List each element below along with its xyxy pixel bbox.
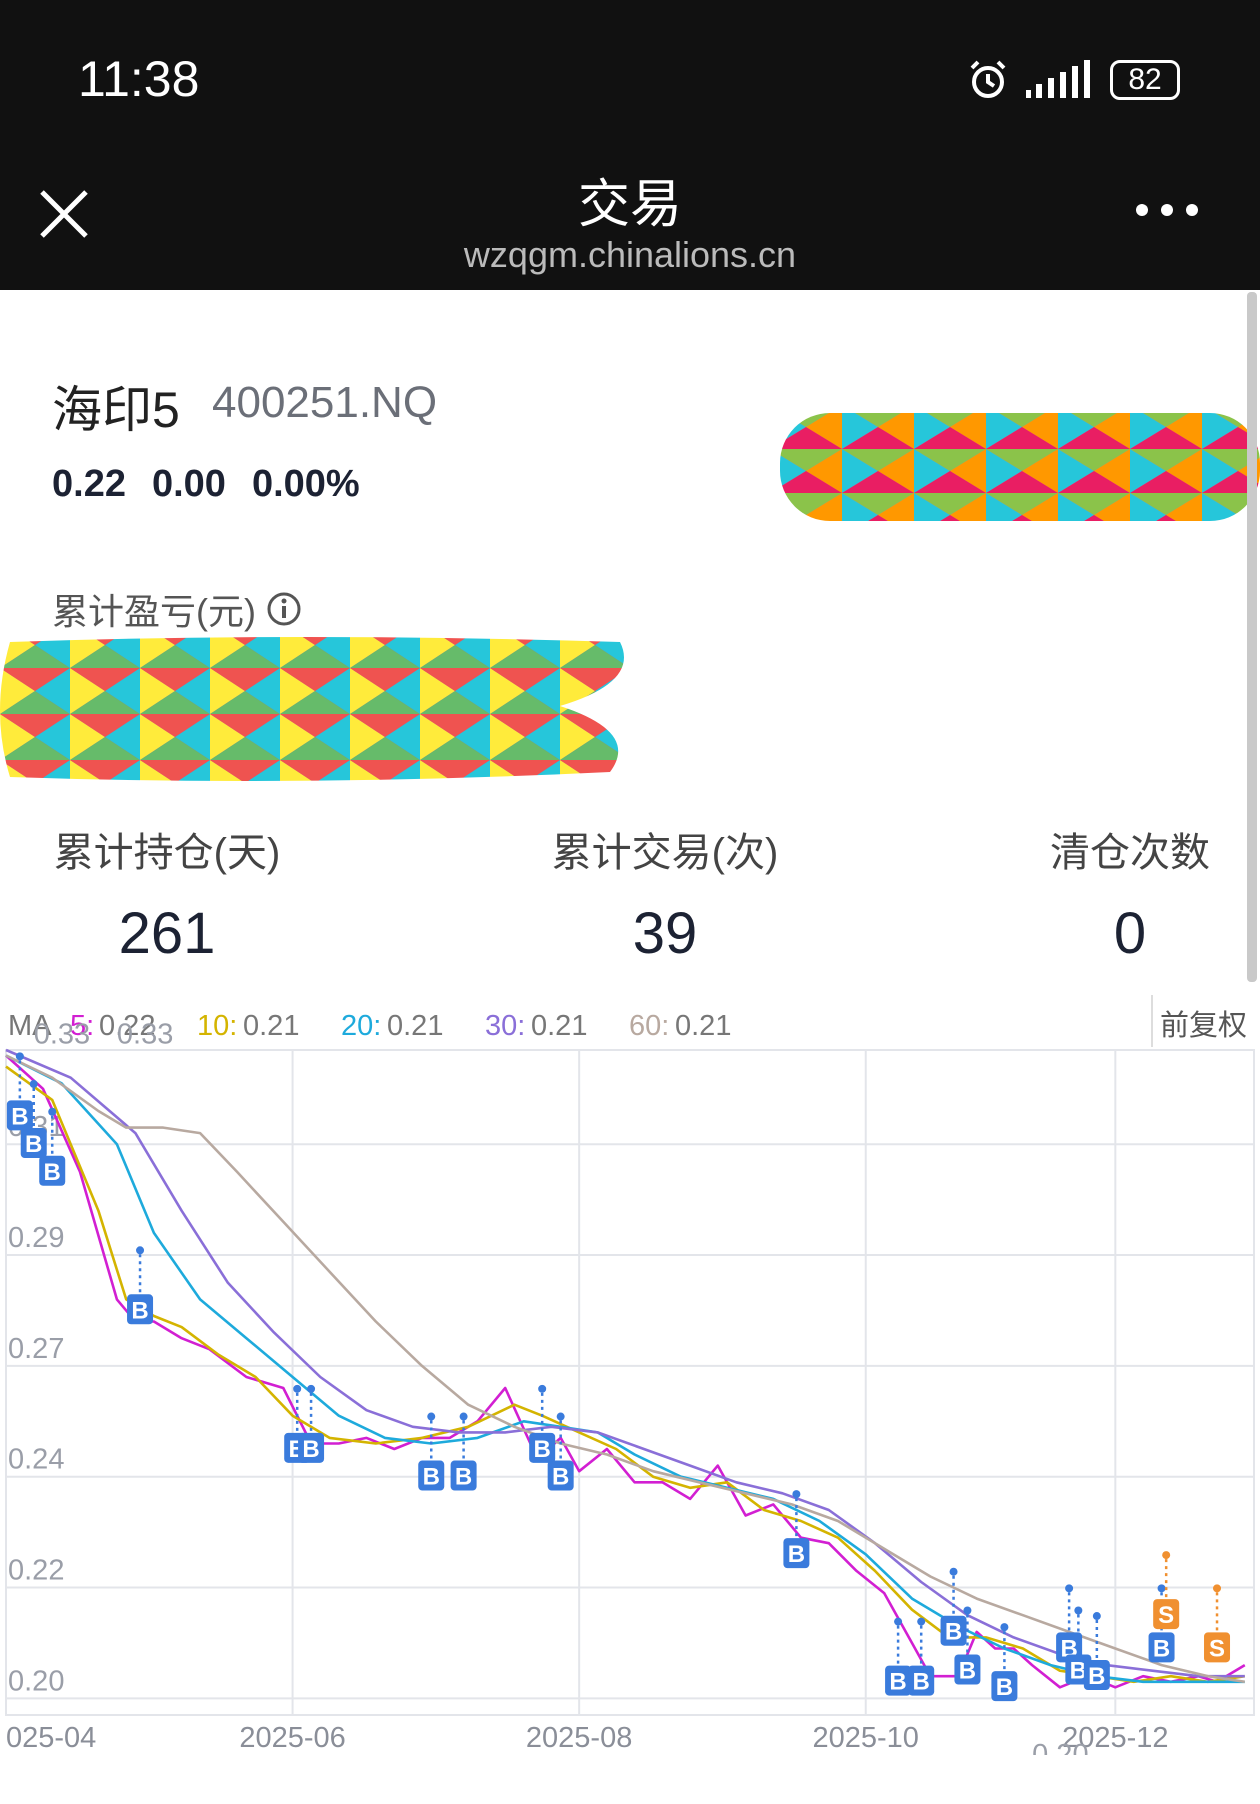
buy-marker-dot [949, 1567, 958, 1576]
battery-icon: 82 [1110, 60, 1180, 100]
y-tick-label: 0.24 [8, 1444, 64, 1476]
buy-marker-dot [792, 1490, 801, 1499]
buy-marker-dot [427, 1412, 436, 1421]
buy-marker-dot [1092, 1612, 1101, 1621]
stock-quote: 0.22 0.00 0.00% [52, 463, 360, 506]
ma-legend-value: 0.21 [387, 1010, 443, 1042]
price-chart: MA 5: 0.22 10: 0.21 20: 0.21 30: 0.21 60: 0.2… [5, 995, 1255, 1755]
stat-clear-count: 清仓次数 0 [1030, 820, 1230, 967]
ma-legend-key: 10: [197, 1010, 237, 1042]
sell-marker-label: S [1209, 1635, 1225, 1662]
buy-marker-dot [556, 1412, 565, 1421]
buy-marker-label: B [44, 1159, 61, 1186]
ma-legend-value: 0.21 [531, 1010, 587, 1042]
buy-marker-label: B [913, 1669, 930, 1696]
buy-marker-dot [538, 1384, 547, 1393]
stock-price: 0.22 [52, 463, 126, 505]
sell-marker-dot [1213, 1584, 1222, 1593]
buy-marker-dot [48, 1107, 57, 1116]
ma-legend-key: 60: [629, 1010, 669, 1042]
stock-code: 400251.NQ [212, 378, 438, 427]
stat-value: 261 [118, 901, 216, 966]
buy-marker-dot [963, 1606, 972, 1615]
buy-marker-dot [29, 1080, 38, 1089]
buy-marker-label: B [25, 1131, 42, 1158]
price-annotation: 0.33 [117, 1018, 173, 1050]
stat-label: 累计持仓(天) [53, 831, 281, 875]
buy-marker-dot [307, 1384, 316, 1393]
scrollbar[interactable] [1247, 292, 1257, 982]
sell-marker-dot [1162, 1551, 1171, 1560]
buy-marker-label: B [1088, 1663, 1105, 1690]
buy-marker-label: B [11, 1103, 28, 1130]
buy-marker-dot [1065, 1584, 1074, 1593]
ma-legend-key: 20: [341, 1010, 381, 1042]
redacted-pnl-value [0, 637, 624, 781]
more-icon[interactable] [1132, 200, 1202, 220]
buy-marker-dot [1074, 1606, 1083, 1615]
stat-holding-days: 累计持仓(天) 261 [52, 820, 282, 967]
stat-value: 39 [632, 901, 698, 966]
buy-marker-dot [894, 1617, 903, 1626]
buy-marker-label: B [788, 1541, 805, 1568]
stat-label: 清仓次数 [1050, 831, 1210, 875]
sell-marker-label: S [1158, 1602, 1174, 1629]
stat-label: 累计交易(次) [551, 831, 779, 875]
buy-marker-label: B [455, 1464, 472, 1491]
page-title: 交易 [577, 176, 682, 234]
buy-marker-dot [136, 1246, 145, 1255]
page-url: wzqgm.chinalions.cn [463, 234, 797, 275]
x-tick-label: 2025-08 [526, 1722, 632, 1754]
buy-marker-label: B [945, 1619, 962, 1646]
y-tick-label: 0.27 [8, 1333, 64, 1365]
buy-marker-dot [917, 1617, 926, 1626]
ma-legend-value: 0.21 [243, 1010, 299, 1042]
price-adjust-toggle[interactable]: 前复权 [1160, 1009, 1247, 1042]
buy-marker-dot [293, 1384, 302, 1393]
status-bar: 11:38 82 [0, 0, 1260, 160]
y-tick-label: 0.20 [8, 1665, 64, 1697]
ma-line-10 [5, 1065, 1245, 1684]
buy-marker-label: B [996, 1674, 1013, 1701]
x-tick-label: 025-04 [6, 1722, 96, 1754]
buy-marker-label: B [302, 1436, 319, 1463]
status-icons: 82 [966, 52, 1180, 108]
x-tick-label: 2025-06 [239, 1722, 345, 1754]
price-annotation: 0.33 [34, 1018, 90, 1050]
ma-legend-key: 30: [485, 1010, 525, 1042]
buy-marker-label: B [423, 1464, 440, 1491]
signal-icon [1026, 60, 1090, 98]
nav-bar: 交易 wzqgm.chinalions.cn [0, 150, 1260, 290]
buy-marker-label: B [959, 1658, 976, 1685]
clock-time: 11:38 [78, 51, 200, 107]
stat-trade-count: 累计交易(次) 39 [550, 820, 780, 967]
buy-marker-dot [1000, 1623, 1009, 1632]
stock-change-pct: 0.00% [251, 463, 360, 505]
buy-marker-label: B [131, 1297, 148, 1324]
buy-marker-dot [15, 1052, 24, 1061]
x-tick-label: 2025-10 [813, 1722, 919, 1754]
y-tick-label: 0.22 [8, 1555, 64, 1587]
stock-name: 海印5 [52, 382, 180, 438]
buy-marker-label: B [534, 1436, 551, 1463]
y-tick-label: 0.29 [8, 1222, 64, 1254]
buy-marker-label: B [889, 1669, 906, 1696]
buy-marker-dot [1157, 1584, 1166, 1593]
battery-level: 82 [1128, 63, 1162, 96]
buy-marker-label: B [552, 1464, 569, 1491]
price-annotation: 0.20 [1032, 1739, 1088, 1755]
stat-value: 0 [1113, 901, 1147, 966]
ma-legend-value: 0.21 [675, 1010, 731, 1042]
plot-frame [5, 1049, 1255, 1716]
ma-line-5 [5, 1054, 1246, 1689]
redacted-account-area [780, 413, 1260, 521]
stock-change: 0.00 [151, 463, 226, 505]
buy-marker-dot [459, 1412, 468, 1421]
alarm-icon [970, 60, 1006, 98]
buy-marker-label: B [1153, 1635, 1170, 1662]
